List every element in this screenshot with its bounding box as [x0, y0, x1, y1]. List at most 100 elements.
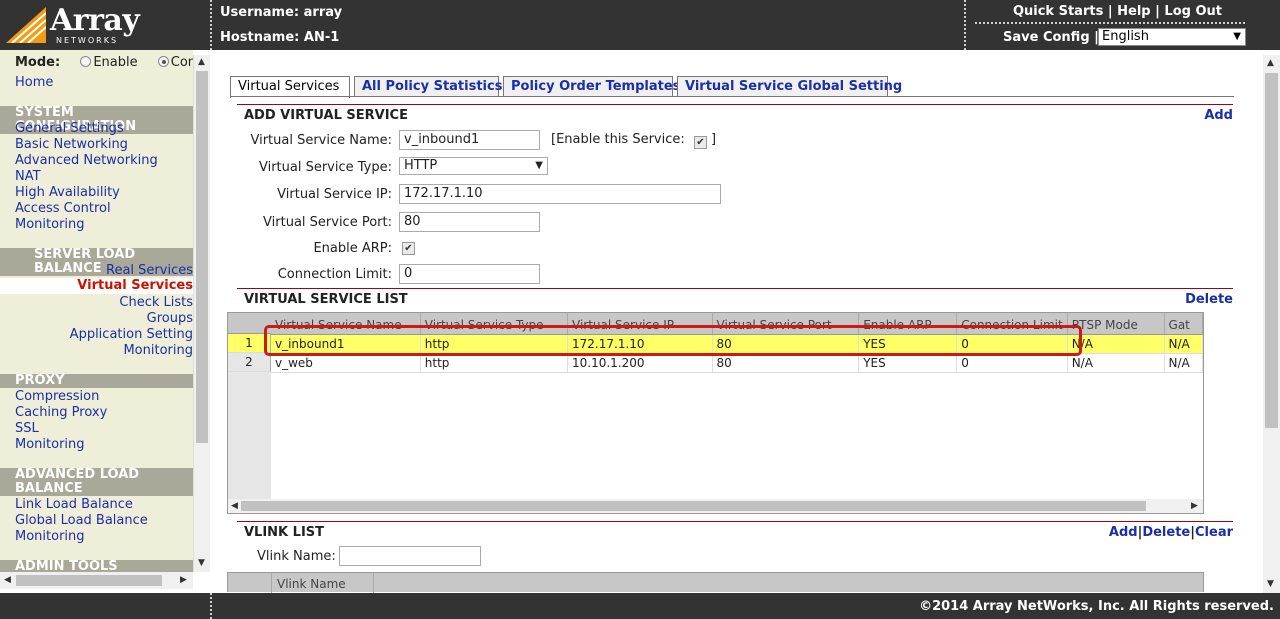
nav-virtual-services-active[interactable]: Virtual Services — [0, 278, 193, 294]
tab-virtual-service-global-setting[interactable]: Virtual Service Global Setting — [677, 76, 902, 97]
tab-baseline — [230, 96, 1234, 97]
log-out-link[interactable]: Log Out — [1164, 4, 1222, 19]
ip-label: Virtual Service IP: — [277, 187, 392, 202]
enable-arp-checkbox[interactable]: ✔ — [402, 242, 415, 255]
nav-link-load-balance[interactable]: Link Load Balance — [15, 497, 133, 512]
link-separator: | — [1155, 4, 1160, 19]
vlink-name-row: Vlink Name: — [237, 546, 937, 568]
scrollbar-thumb[interactable] — [196, 71, 208, 443]
dropdown-arrow-icon: ▼ — [1233, 31, 1241, 42]
arp-label: Enable ARP: — [313, 241, 392, 256]
nav-high-availability[interactable]: High Availability — [15, 185, 120, 200]
col-gateway[interactable]: Gat — [1164, 313, 1203, 335]
enable-service-bracket: ] — [711, 132, 717, 147]
scrollbar-thumb[interactable] — [16, 575, 162, 586]
virtual-service-type-select[interactable]: HTTP ▼ — [399, 157, 548, 175]
delete-button[interactable]: Delete — [1185, 292, 1233, 307]
scroll-up-icon[interactable]: ▲ — [1267, 58, 1274, 68]
scroll-left-icon[interactable]: ◀ — [4, 575, 11, 585]
scroll-left-icon[interactable]: ◀ — [231, 501, 238, 511]
virtual-service-ip-input[interactable]: 172.17.1.10 — [399, 184, 721, 204]
sidebar-vertical-scrollbar[interactable]: ▲ ▼ — [193, 55, 210, 572]
language-select[interactable]: English ▼ — [1098, 28, 1246, 46]
brand-subtitle: NETWORKS — [56, 36, 119, 45]
footer-divider — [210, 593, 212, 619]
connection-limit-input[interactable]: 0 — [399, 264, 540, 284]
grid-horizontal-scrollbar[interactable]: ◀ ▶ — [228, 499, 1203, 513]
vlink-delete-button[interactable]: Delete — [1142, 525, 1190, 540]
nav-application-setting[interactable]: Application Setting — [70, 327, 193, 342]
nav-compression[interactable]: Compression — [15, 389, 99, 404]
help-link[interactable]: Help — [1117, 4, 1150, 19]
header-links: Quick Starts | Help | Log Out — [1013, 4, 1222, 19]
nav-home[interactable]: Home — [15, 75, 53, 90]
cell-rtsp: N/A — [1067, 353, 1165, 373]
virtual-service-list-header: VIRTUAL SERVICE LIST Delete — [237, 288, 1233, 308]
type-value: HTTP — [404, 158, 438, 173]
nav-caching-proxy[interactable]: Caching Proxy — [15, 405, 107, 420]
scroll-right-icon[interactable]: ▶ — [180, 575, 187, 585]
name-label: Virtual Service Name: — [250, 133, 392, 148]
save-config-link[interactable]: Save Config | — [1003, 30, 1099, 45]
nav-slb-monitoring[interactable]: Monitoring — [123, 343, 193, 358]
nav-real-services[interactable]: Real Services — [106, 263, 193, 278]
type-label: Virtual Service Type: — [258, 160, 392, 175]
nav-system-monitoring[interactable]: Monitoring — [15, 217, 85, 232]
virtual-service-list-title: VIRTUAL SERVICE LIST — [244, 292, 408, 307]
footer: ©2014 Array NetWorks, Inc. All Rights re… — [0, 593, 1280, 619]
virtual-service-port-input[interactable]: 80 — [399, 212, 540, 232]
vlink-list-header: VLINK LIST Add|Delete|Clear — [237, 521, 1233, 541]
scroll-right-icon[interactable]: ▶ — [1191, 501, 1198, 511]
array-logo: Array NETWORKS — [6, 3, 146, 45]
mode-enable-radio[interactable] — [80, 56, 92, 67]
mode-config-radio[interactable] — [157, 56, 169, 67]
col-vlink-name[interactable]: Vlink Name — [272, 573, 374, 593]
tab-policy-order-templates[interactable]: Policy Order Templates — [503, 76, 680, 97]
section-advanced-load-balance: ADVANCED LOAD BALANCE — [0, 468, 193, 496]
nav-global-load-balance[interactable]: Global Load Balance — [15, 513, 148, 528]
nav-groups[interactable]: Groups — [147, 311, 193, 326]
type-row: Virtual Service Type: HTTP ▼ — [237, 157, 937, 179]
vlink-name-label: Vlink Name: — [257, 549, 336, 564]
array-logo-icon — [6, 7, 46, 43]
cell-gateway: N/A — [1164, 334, 1203, 354]
virtual-service-name-input[interactable]: v_inbound1 — [399, 130, 540, 150]
main-vertical-scrollbar[interactable]: ▲ ▼ — [1263, 55, 1280, 593]
vlink-name-input[interactable] — [339, 546, 481, 566]
nav-virtual-services-label: Virtual Services — [77, 278, 193, 293]
arp-row: Enable ARP: ✔ — [237, 238, 937, 260]
add-button[interactable]: Add — [1204, 108, 1233, 123]
header-divider — [210, 0, 212, 50]
nav-nat[interactable]: NAT — [15, 169, 41, 184]
scroll-up-icon[interactable]: ▲ — [198, 57, 205, 67]
tab-virtual-services[interactable]: Virtual Services — [230, 76, 350, 98]
header-divider-right — [964, 0, 966, 50]
highlight-annotation-box — [264, 325, 1082, 356]
enable-service-checkbox[interactable]: ✔ — [693, 136, 707, 149]
link-separator: | — [1107, 4, 1113, 19]
copyright-text: ©2014 Array NetWorks, Inc. All Rights re… — [919, 599, 1274, 614]
dropdown-arrow-icon: ▼ — [535, 160, 543, 171]
vlink-add-button[interactable]: Add — [1109, 525, 1138, 540]
sidebar-horizontal-scrollbar[interactable]: ◀ ▶ — [0, 572, 193, 589]
scrollbar-thumb[interactable] — [1265, 73, 1278, 428]
quick-starts-link[interactable]: Quick Starts — [1013, 4, 1103, 19]
row-number: 2 — [228, 353, 271, 372]
nav-basic-networking[interactable]: Basic Networking — [15, 137, 128, 152]
scrollbar-thumb[interactable] — [241, 501, 1146, 511]
tab-all-policy-statistics[interactable]: All Policy Statistics — [354, 76, 502, 97]
nav-advanced-networking[interactable]: Advanced Networking — [15, 153, 158, 168]
scroll-down-icon[interactable]: ▼ — [198, 558, 205, 568]
port-label: Virtual Service Port: — [263, 215, 392, 230]
nav-alb-monitoring[interactable]: Monitoring — [15, 529, 85, 544]
add-virtual-service-header: ADD VIRTUAL SERVICE Add — [237, 104, 1233, 124]
nav-ssl[interactable]: SSL — [15, 421, 39, 436]
nav-general-settings[interactable]: General Settings — [15, 121, 124, 136]
nav-check-lists[interactable]: Check Lists — [119, 295, 193, 310]
navigation-pane: Mode: Enable Config Home SYSTEM CONFIGUR… — [0, 50, 193, 572]
nav-proxy-monitoring[interactable]: Monitoring — [15, 437, 85, 452]
language-value: English — [1102, 29, 1149, 44]
nav-access-control[interactable]: Access Control — [15, 201, 111, 216]
scroll-down-icon[interactable]: ▼ — [1267, 579, 1274, 589]
vlink-clear-button[interactable]: Clear — [1195, 525, 1233, 540]
